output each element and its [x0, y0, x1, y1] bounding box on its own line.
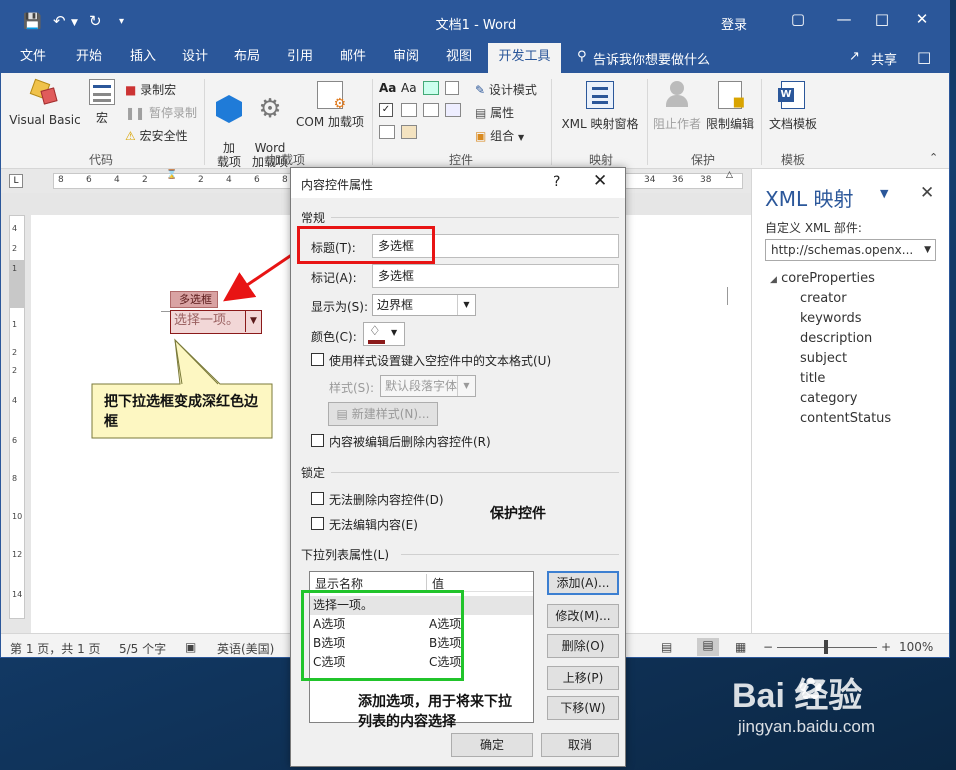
highlight-title-field: [297, 226, 435, 264]
help-button[interactable]: ?: [553, 174, 560, 190]
watermark-url: jingyan.baidu.com: [738, 717, 876, 736]
chevron-down-icon: ▼: [457, 295, 475, 315]
cannot-delete-label: 无法删除内容控件(D): [329, 493, 444, 507]
paw-icon: ✿: [798, 672, 824, 707]
cannot-delete-checkbox[interactable]: [311, 492, 324, 505]
cannot-edit-label: 无法编辑内容(E): [329, 518, 418, 532]
divider: [331, 217, 619, 218]
new-style-button[interactable]: ▤ 新建样式(N)...: [328, 402, 438, 426]
ok-button[interactable]: 确定: [451, 733, 533, 757]
column-divider: [426, 574, 427, 590]
show-as-label: 显示为(S):: [311, 300, 369, 314]
remove-after-edit-checkbox[interactable]: [311, 434, 324, 447]
callout-text-color: 把下拉选框变成深红色边框: [104, 394, 258, 430]
add-item-button[interactable]: 添加(A)...: [547, 571, 619, 595]
divider: [331, 472, 619, 473]
use-style-checkbox[interactable]: [311, 353, 324, 366]
chevron-down-icon: ▼: [391, 328, 398, 337]
show-as-select[interactable]: 边界框 ▼: [372, 294, 476, 316]
show-as-value: 边界框: [377, 298, 414, 312]
list-header: 显示名称 值: [310, 572, 533, 592]
style-select[interactable]: 默认段落字体 ▼: [380, 375, 476, 397]
cannot-edit-checkbox[interactable]: [311, 517, 324, 530]
new-style-icon: ▤: [336, 407, 348, 421]
tag-label: 标记(A):: [311, 271, 357, 285]
section-general: 常规: [301, 211, 326, 225]
move-down-button[interactable]: 下移(W): [547, 696, 619, 720]
annotation-arrow: [223, 250, 297, 302]
close-icon[interactable]: ✕: [593, 171, 607, 191]
modify-item-button[interactable]: 修改(M)...: [547, 604, 619, 628]
chevron-down-icon: ▼: [457, 376, 475, 396]
move-up-button[interactable]: 上移(P): [547, 666, 619, 690]
highlight-dropdown-items: [301, 590, 464, 681]
remove-after-edit-label: 内容被编辑后删除内容控件(R): [329, 435, 491, 449]
new-style-label: 新建样式(N)...: [351, 407, 430, 421]
dialog-title-bar: 内容控件属性 ? ✕: [291, 168, 625, 198]
style-label: 样式(S):: [329, 381, 375, 395]
delete-item-button[interactable]: 删除(O): [547, 634, 619, 658]
color-swatch: [368, 340, 385, 344]
tag-input[interactable]: 多选框: [372, 264, 619, 288]
color-label: 颜色(C):: [311, 330, 357, 344]
style-value: 默认段落字体: [385, 379, 458, 393]
divider: [401, 554, 619, 555]
paint-bucket-icon: ♢: [369, 324, 381, 339]
color-picker-button[interactable]: ♢ ▼: [363, 322, 405, 346]
cancel-button[interactable]: 取消: [541, 733, 619, 757]
callout-text-add-items: 添加选项，用于将来下拉列表的内容选择: [358, 694, 512, 730]
section-locking: 锁定: [301, 466, 326, 480]
section-dropdown-properties: 下拉列表属性(L): [301, 548, 390, 562]
dialog-title: 内容控件属性: [301, 178, 374, 192]
use-style-label: 使用样式设置键入空控件中的文本格式(U): [329, 354, 552, 368]
callout-text-protect: 保护控件: [490, 506, 546, 522]
